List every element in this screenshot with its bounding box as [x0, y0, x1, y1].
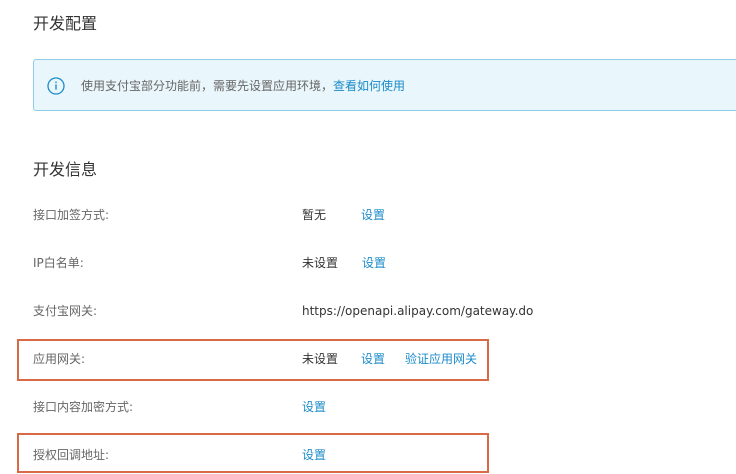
content-encrypt-row: 接口内容加密方式: 设置 [33, 397, 733, 417]
sign-method-value: 暂无 [302, 208, 327, 222]
page: 开发配置 使用支付宝部分功能前，需要先设置应用环境，查看如何使用 开发信息 接口… [0, 0, 736, 474]
alipay-gateway-value: https://openapi.alipay.com/gateway.do [302, 304, 534, 318]
dev-config-title: 开发配置 [33, 14, 98, 33]
ip-whitelist-value: 未设置 [302, 256, 339, 270]
sign-method-label: 接口加签方式: [33, 208, 110, 222]
content-encrypt-label: 接口内容加密方式: [33, 400, 134, 414]
notice-banner: 使用支付宝部分功能前，需要先设置应用环境，查看如何使用 [33, 59, 736, 111]
app-gateway-label: 应用网关: [33, 352, 86, 366]
info-icon [47, 77, 65, 95]
ip-whitelist-label: IP白名单: [33, 256, 84, 270]
alipay-gateway-label: 支付宝网关: [33, 304, 98, 318]
sign-method-set-link[interactable]: 设置 [361, 205, 385, 225]
app-gateway-set-link[interactable]: 设置 [361, 349, 385, 369]
app-gateway-row: 应用网关: 未设置 设置 验证应用网关 [33, 349, 733, 369]
alipay-gateway-row: 支付宝网关: https://openapi.alipay.com/gatewa… [33, 301, 733, 321]
ip-whitelist-set-link[interactable]: 设置 [362, 253, 386, 273]
sign-method-row: 接口加签方式: 暂无 设置 [33, 205, 733, 225]
notice-message: 使用支付宝部分功能前，需要先设置应用环境， [81, 79, 334, 93]
auth-callback-set-link[interactable]: 设置 [302, 445, 326, 465]
content-encrypt-set-link[interactable]: 设置 [302, 397, 326, 417]
auth-callback-label: 授权回调地址: [33, 448, 110, 462]
app-gateway-value: 未设置 [302, 352, 339, 366]
notice-text: 使用支付宝部分功能前，需要先设置应用环境，查看如何使用 [81, 77, 405, 95]
how-to-use-link[interactable]: 查看如何使用 [333, 79, 405, 93]
verify-app-gateway-link[interactable]: 验证应用网关 [405, 349, 477, 369]
dev-info-title: 开发信息 [33, 160, 98, 179]
auth-callback-row: 授权回调地址: 设置 [33, 445, 733, 465]
ip-whitelist-row: IP白名单: 未设置 设置 [33, 253, 733, 273]
